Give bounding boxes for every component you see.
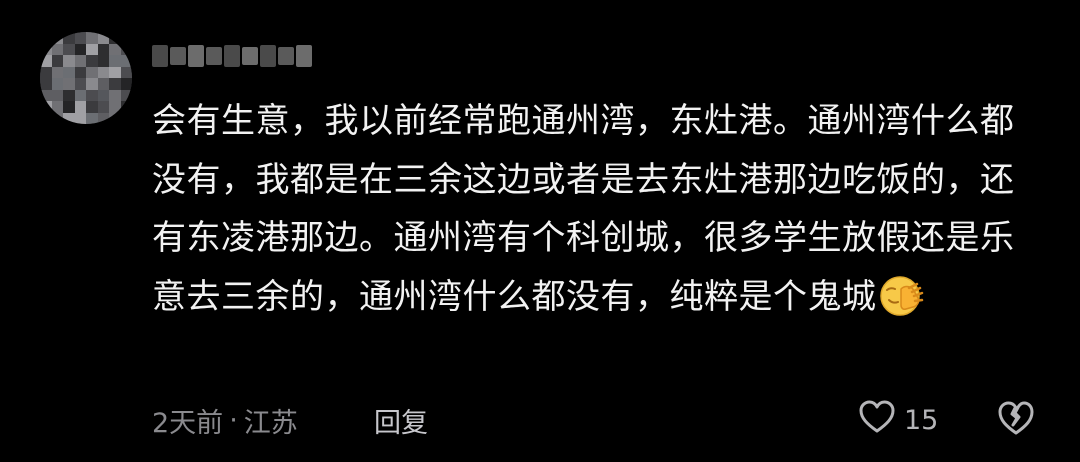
broken-heart-icon	[996, 399, 1036, 441]
dislike-button[interactable]	[996, 398, 1036, 442]
comment-location: 江苏	[243, 407, 298, 439]
face-palm-emoji	[879, 274, 925, 337]
comment-item: 会有生意，我以前经常跑通州湾，东灶港。通州湾什么都没有，我都是在三余这边或者是去…	[0, 0, 1080, 462]
comment-time: 2天前	[152, 407, 224, 439]
like-count: 15	[904, 404, 939, 436]
reply-button[interactable]: 回复	[374, 398, 428, 442]
username-blurred[interactable]	[152, 42, 318, 70]
meta-separator: ·	[229, 404, 238, 436]
heart-outline-icon	[858, 399, 896, 442]
comment-meta: 2天前 · 江苏	[152, 398, 298, 442]
avatar[interactable]	[40, 32, 132, 124]
avatar-pixelated-image	[40, 32, 132, 124]
like-button[interactable]: 15	[858, 398, 938, 442]
comment-text-block: 会有生意，我以前经常跑通州湾，东灶港。通州湾什么都没有，我都是在三余这边或者是去…	[152, 92, 1042, 336]
